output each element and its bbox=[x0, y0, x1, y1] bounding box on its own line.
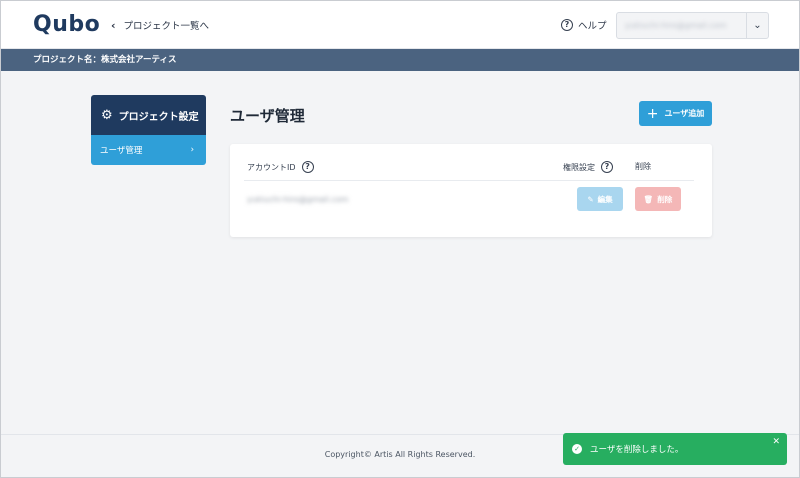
help-icon: ? bbox=[561, 19, 573, 31]
user-account-dropdown[interactable]: yukiuchi-hiro@gmail.com ⌄ bbox=[616, 12, 769, 39]
help-label: ヘルプ bbox=[578, 21, 607, 32]
account-id-cell: yukiuchi-hiro@gmail.com bbox=[247, 195, 349, 204]
page-title: ユーザ管理 bbox=[230, 107, 305, 125]
column-header-delete: 削除 bbox=[635, 161, 651, 172]
sidebar-item-label: ユーザ管理 bbox=[100, 146, 143, 156]
back-link-label: プロジェクト一覧へ bbox=[123, 21, 210, 32]
chevron-left-icon: ‹ bbox=[111, 18, 116, 32]
sidebar: ⚙ プロジェクト設定 ユーザ管理 › bbox=[91, 95, 206, 165]
column-label: アカウントID bbox=[247, 162, 296, 172]
gear-icon: ⚙ bbox=[101, 107, 113, 123]
back-to-projects-link[interactable]: ‹ プロジェクト一覧へ bbox=[111, 16, 209, 34]
edit-permissions-button[interactable]: ✎ 編集 bbox=[577, 187, 623, 211]
user-email-value: yukiuchi-hiro@gmail.com bbox=[625, 21, 727, 30]
sidebar-title: プロジェクト設定 bbox=[118, 111, 199, 123]
add-user-button[interactable]: + ユーザ追加 bbox=[639, 101, 712, 126]
help-icon[interactable]: ? bbox=[601, 161, 613, 173]
close-icon[interactable]: ✕ bbox=[772, 437, 780, 447]
user-table-card: アカウントID ? 権限設定 ? 削除 yukiuchi-hiro@gmail.… bbox=[230, 144, 712, 237]
table-divider bbox=[244, 180, 694, 181]
qubo-logo[interactable]: Qubo bbox=[33, 11, 100, 39]
success-toast: ✓ ユーザを削除しました。 ✕ bbox=[563, 433, 787, 465]
logo-text: Qubo bbox=[33, 12, 101, 37]
check-circle-icon: ✓ bbox=[572, 444, 582, 454]
edit-label: 編集 bbox=[597, 194, 613, 204]
plus-icon: + bbox=[646, 105, 659, 122]
add-user-label: ユーザ追加 bbox=[664, 109, 705, 118]
sidebar-header: ⚙ プロジェクト設定 bbox=[91, 95, 206, 135]
column-label: 削除 bbox=[635, 162, 651, 171]
column-header-permissions: 権限設定 ? bbox=[563, 161, 613, 173]
column-label: 権限設定 bbox=[563, 162, 595, 172]
trash-icon: 🗑 bbox=[643, 194, 654, 204]
delete-user-button[interactable]: 🗑 削除 bbox=[635, 187, 681, 211]
project-name-bar: プロジェクト名：株式会社アーティス bbox=[1, 49, 799, 71]
help-link[interactable]: ? ヘルプ bbox=[561, 15, 607, 35]
sidebar-item-user-management[interactable]: ユーザ管理 › bbox=[91, 135, 206, 165]
chevron-down-icon[interactable]: ⌄ bbox=[746, 13, 768, 38]
toast-message: ユーザを削除しました。 bbox=[590, 445, 684, 455]
chevron-right-icon: › bbox=[190, 145, 194, 155]
delete-label: 削除 bbox=[657, 194, 673, 204]
app-header: Qubo ‹ プロジェクト一覧へ ? ヘルプ yukiuchi-hiro@gma… bbox=[1, 1, 799, 49]
column-header-account-id: アカウントID ? bbox=[247, 161, 314, 173]
help-icon[interactable]: ? bbox=[301, 161, 314, 173]
project-name-label: プロジェクト名：株式会社アーティス bbox=[33, 55, 177, 65]
pencil-icon: ✎ bbox=[587, 194, 594, 204]
